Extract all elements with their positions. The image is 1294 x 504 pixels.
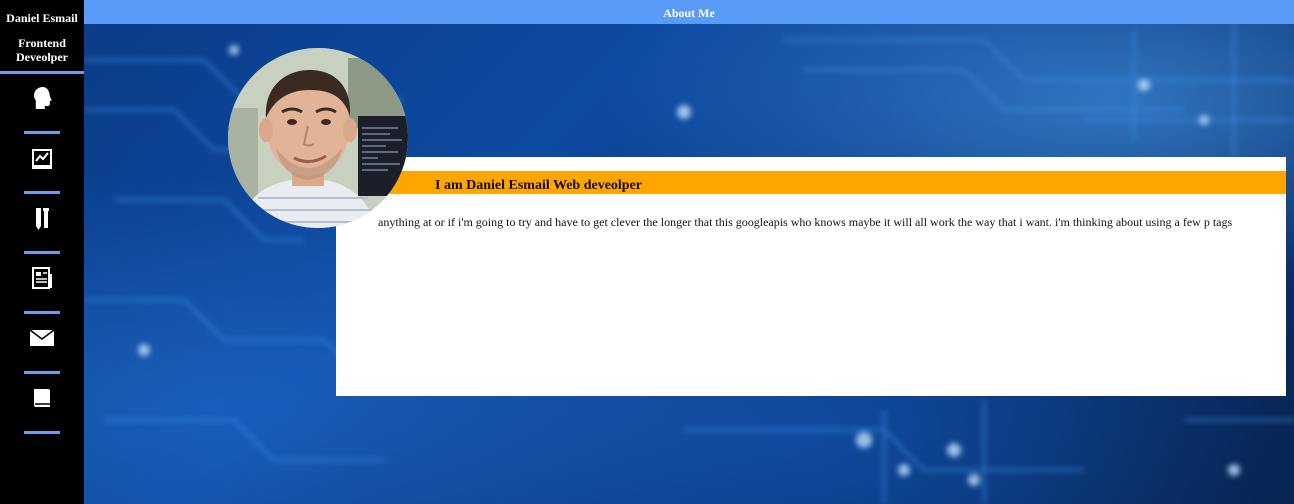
page-title: About Me: [663, 6, 715, 20]
tools-icon: [36, 208, 49, 230]
avatar: [228, 48, 408, 228]
sidebar-item-about[interactable]: [0, 74, 84, 134]
newspaper-icon: [32, 267, 52, 289]
head-icon: [34, 87, 52, 109]
about-card: I am Daniel Esmail Web deveolper anythin…: [336, 157, 1286, 396]
sidebar: Daniel Esmail Frontend Deveolper: [0, 0, 84, 504]
sidebar-item-tools[interactable]: [0, 194, 84, 254]
sidebar-item-contact[interactable]: [0, 314, 84, 374]
top-bar: About Me: [84, 0, 1294, 24]
mail-icon: [30, 329, 54, 346]
sidebar-item-portfolio[interactable]: [0, 254, 84, 314]
sidebar-item-resume[interactable]: [0, 374, 84, 434]
book-icon: [34, 389, 50, 407]
about-bio: anything at or if i'm going to try and h…: [378, 215, 1233, 229]
site-owner-role: Frontend Deveolper: [16, 36, 68, 64]
about-headline: I am Daniel Esmail Web deveolper: [435, 178, 643, 193]
sidebar-item-skills[interactable]: [0, 134, 84, 194]
site-owner-name: Daniel Esmail: [6, 11, 78, 25]
sidebar-separator: [24, 431, 60, 434]
chart-icon: [32, 149, 52, 169]
